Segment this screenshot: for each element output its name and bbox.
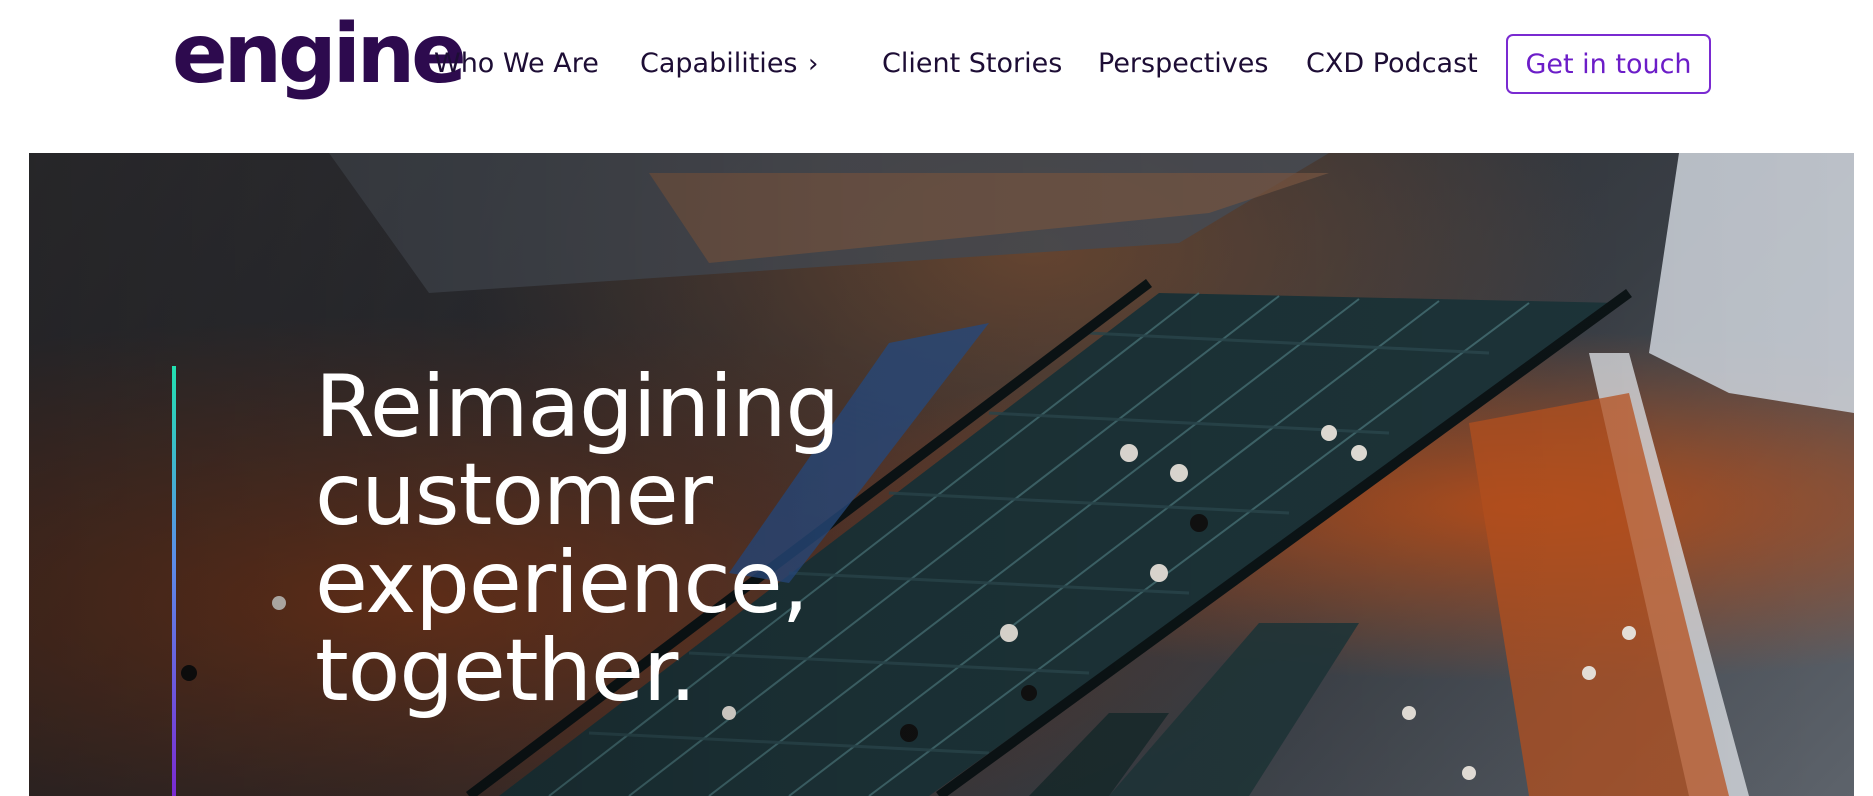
site-header: engine Who We Are Capabilities › Client …	[0, 0, 1873, 153]
nav-who-we-are[interactable]: Who We Are	[434, 46, 599, 82]
hero-overlay	[29, 153, 1854, 796]
hero-banner: Reimagining customer experience, togethe…	[29, 153, 1854, 796]
headline-line: customer	[315, 445, 713, 545]
nav-cxd-podcast[interactable]: CXD Podcast	[1306, 46, 1478, 82]
nav-capabilities[interactable]: Capabilities	[640, 46, 798, 82]
headline-line: experience,	[315, 533, 809, 633]
nav-client-stories[interactable]: Client Stories	[882, 46, 1062, 82]
hero-headline: Reimagining customer experience, togethe…	[315, 357, 840, 721]
get-in-touch-button[interactable]: Get in touch	[1506, 34, 1711, 94]
headline-line: Reimagining	[315, 357, 840, 457]
chevron-right-icon[interactable]: ›	[808, 46, 818, 82]
accent-bar	[172, 366, 176, 796]
nav-perspectives[interactable]: Perspectives	[1098, 46, 1268, 82]
headline-line: together.	[315, 621, 697, 721]
